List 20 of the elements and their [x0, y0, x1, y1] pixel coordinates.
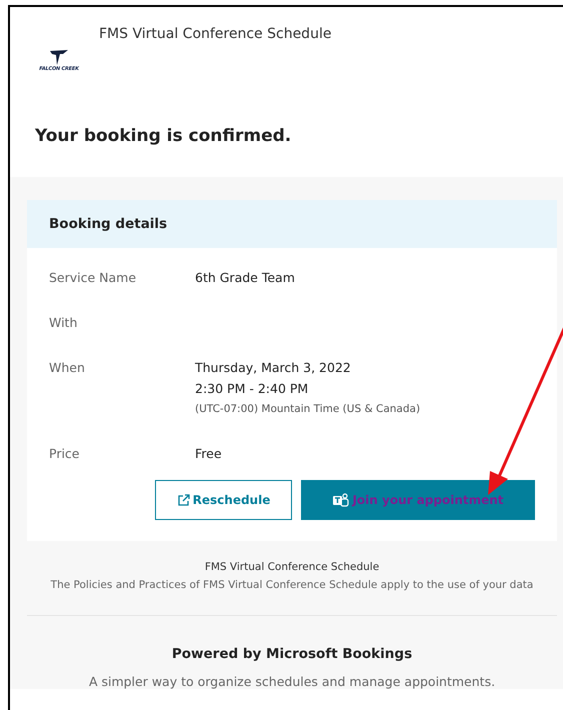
falcon-icon: [49, 49, 69, 66]
detail-value: 6th Grade Team: [195, 269, 295, 287]
policy-text: The Policies and Practices of FMS Virtual Conference Schedule apply to the use of your data: [50, 579, 534, 591]
timezone-note: (UTC-07:00) Mountain Time (US & Canada): [195, 402, 420, 417]
business-title: FMS Virtual Conference Schedule: [99, 26, 332, 44]
detail-value: 2:30 PM - 2:40 PM: [195, 380, 310, 398]
detail-label: Price: [49, 445, 80, 463]
powered-title: Powered by Microsoft Bookings: [172, 646, 412, 662]
reschedule-button[interactable]: Reschedule: [155, 480, 292, 520]
teams-icon: [332, 492, 350, 508]
card-title: Booking details: [49, 216, 168, 232]
detail-value: Thursday, March 3, 2022: [195, 359, 352, 377]
detail-label: With: [49, 314, 78, 332]
detail-label: When: [49, 359, 86, 377]
detail-label: Service Name: [49, 269, 138, 287]
footer-business: FMS Virtual Conference Schedule: [204, 561, 380, 573]
detail-value: Free: [195, 445, 222, 463]
external-link-icon: [176, 494, 190, 506]
confirmation-heading: Your booking is confirmed.: [35, 126, 292, 146]
powered-subtitle: A simpler way to organize schedules and manage appointments.: [88, 674, 496, 689]
